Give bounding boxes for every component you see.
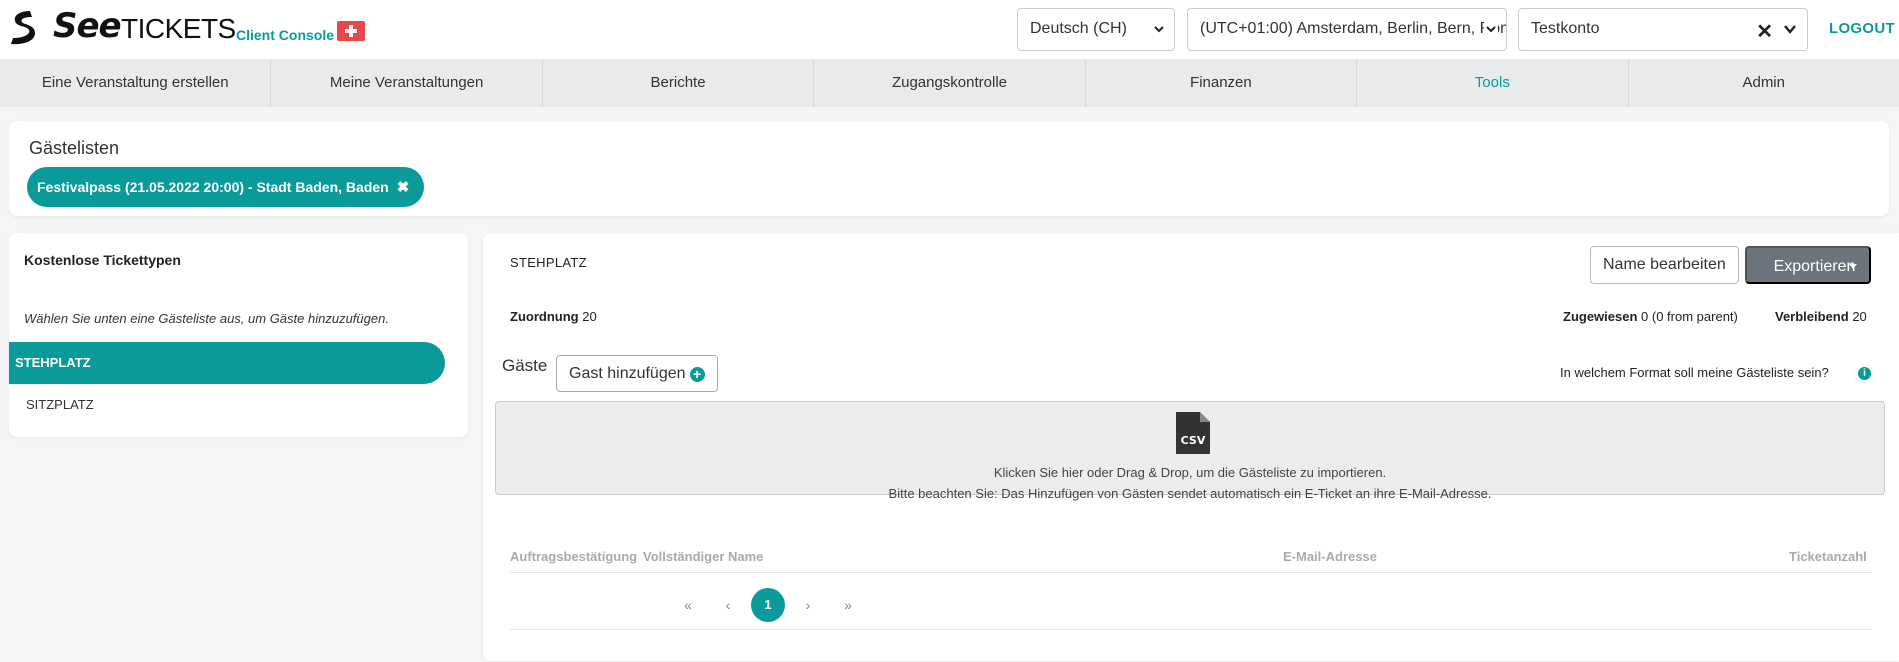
page-title: Gästelisten	[29, 138, 120, 158]
brand-client-console: Client Console	[236, 27, 335, 43]
csv-icon-label: CSV	[1181, 434, 1206, 447]
first-page-icon[interactable]: «	[677, 588, 699, 622]
current-page-button[interactable]: 1	[751, 588, 785, 622]
remaining-label: Verbleibend	[1775, 309, 1849, 324]
timezone-value: (UTC+01:00) Amsterdam, Berlin, Bern, Rom…	[1200, 20, 1506, 37]
edit-name-button[interactable]: Name bearbeiten	[1590, 246, 1739, 284]
event-chip-label: Festivalpass (21.05.2022 20:00) - Stadt …	[37, 179, 389, 195]
csv-file-icon: CSV	[1176, 412, 1210, 454]
remaining-value: 20	[1852, 309, 1867, 324]
assigned-value: 0 (0 from parent)	[1641, 309, 1738, 324]
plus-circle-icon: +	[689, 367, 705, 382]
nav-create-event[interactable]: Eine Veranstaltung erstellen	[0, 59, 272, 107]
guests-title: Gäste	[502, 356, 548, 375]
language-select[interactable]: Deutsch (CH)	[1017, 8, 1175, 51]
dropzone-instruction: Klicken Sie hier oder Drag & Drop, um di…	[993, 465, 1387, 480]
col-header-email[interactable]: E-Mail-Adresse	[1283, 549, 1377, 564]
table-bottom-divider	[510, 629, 1872, 630]
allocation-label: Zuordnung	[510, 309, 579, 324]
nav-finances[interactable]: Finanzen	[1086, 59, 1358, 107]
close-icon[interactable]: ✖	[397, 179, 410, 196]
event-filter-chip[interactable]: Festivalpass (21.05.2022 20:00) - Stadt …	[27, 167, 425, 207]
assigned-stat: Zugewiesen 0 (0 from parent)	[1563, 309, 1738, 324]
prev-page-icon[interactable]: ‹	[717, 588, 739, 622]
ticket-type-stehplatz[interactable]: STEHPLATZ	[9, 342, 445, 384]
nav-my-events[interactable]: Meine Veranstaltungen	[271, 59, 543, 107]
see-tickets-logo-icon	[11, 11, 35, 45]
logout-link[interactable]: LOGOUT	[1829, 20, 1895, 37]
assigned-label: Zugewiesen	[1563, 309, 1638, 324]
guestlists-card: Gästelisten Festivalpass (21.05.2022 20:…	[9, 121, 1889, 216]
ticket-types-title: Kostenlose Tickettypen	[24, 252, 181, 268]
last-page-icon[interactable]: »	[837, 588, 859, 622]
allocation-stat: Zuordnung 20	[510, 309, 597, 324]
guestlist-name: STEHPLATZ	[510, 255, 587, 270]
csv-dropzone[interactable]: CSV Klicken Sie hier oder Drag & Drop, u…	[495, 401, 1885, 501]
allocation-value: 20	[582, 309, 597, 324]
guestlist-detail-card: STEHPLATZ Name bearbeiten Exportieren Zu…	[483, 233, 1899, 661]
nav-reports[interactable]: Berichte	[543, 59, 815, 107]
language-value: Deutsch (CH)	[1030, 20, 1127, 37]
clear-icon[interactable]: ✕	[1756, 19, 1773, 44]
table-header-divider	[510, 572, 1872, 573]
chevron-down-icon	[1484, 22, 1498, 36]
account-value: Testkonto	[1531, 20, 1600, 37]
caret-down-icon	[1849, 264, 1857, 269]
swiss-flag-icon	[337, 21, 365, 41]
nav-tools[interactable]: Tools	[1357, 59, 1629, 107]
chevron-down-icon	[1154, 26, 1164, 33]
col-header-ticket-count[interactable]: Ticketanzahl	[1789, 549, 1867, 564]
add-guest-label: Gast hinzufügen	[569, 365, 686, 382]
brand-see: See	[53, 6, 122, 46]
timezone-select[interactable]: (UTC+01:00) Amsterdam, Berlin, Bern, Rom…	[1187, 8, 1507, 51]
chevron-down-icon[interactable]	[1783, 22, 1797, 36]
export-button[interactable]: Exportieren	[1745, 246, 1871, 284]
remaining-stat: Verbleibend 20	[1775, 309, 1867, 324]
nav-access-control[interactable]: Zugangskontrolle	[814, 59, 1086, 107]
nav-admin[interactable]: Admin	[1629, 59, 1899, 107]
main-nav: Eine Veranstaltung erstellen Meine Veran…	[0, 59, 1899, 107]
col-header-order-confirmation[interactable]: Auftragsbestätigung	[510, 549, 637, 564]
col-header-full-name[interactable]: Vollständiger Name	[643, 549, 763, 564]
account-select[interactable]: Testkonto ✕	[1518, 8, 1808, 51]
format-question: In welchem Format soll meine Gästeliste …	[1560, 365, 1829, 380]
dropzone-notice: Bitte beachten Sie: Das Hinzufügen von G…	[888, 486, 1492, 501]
next-page-icon[interactable]: ›	[797, 588, 819, 622]
ticket-types-hint: Wählen Sie unten eine Gästeliste aus, um…	[24, 311, 389, 326]
info-icon[interactable]: i	[1858, 367, 1871, 380]
brand-tickets: TICKETS	[121, 13, 236, 44]
ticket-types-card: Kostenlose Tickettypen Wählen Sie unten …	[9, 233, 468, 437]
top-header: See TICKETS Client Console Deutsch (CH) …	[0, 0, 1899, 59]
ticket-type-sitzplatz[interactable]: SITZPLATZ	[9, 384, 445, 426]
add-guest-button[interactable]: Gast hinzufügen +	[556, 355, 718, 392]
export-button-label: Exportieren	[1773, 258, 1856, 275]
